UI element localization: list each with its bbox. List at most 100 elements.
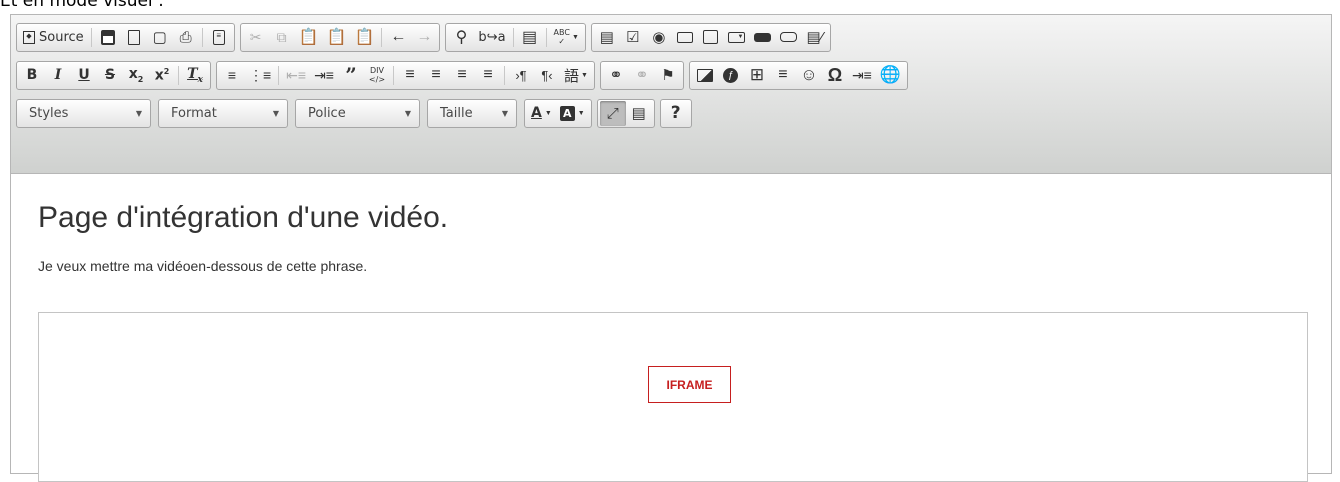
save-button[interactable] bbox=[95, 25, 121, 50]
editor-content[interactable]: Page d'intégration d'une vidéo. Je veux … bbox=[11, 200, 1331, 274]
form-button[interactable]: ▤ bbox=[594, 25, 620, 50]
redo-icon: → bbox=[416, 28, 433, 45]
align-left-icon: ≡ bbox=[405, 66, 415, 83]
paste-text-icon: 📋 bbox=[326, 29, 347, 46]
checkbox-button[interactable]: ☑ bbox=[620, 25, 646, 50]
radio-button[interactable]: ◉ bbox=[646, 25, 672, 50]
maximize-button[interactable]: ⤢ bbox=[599, 100, 626, 126]
select-button[interactable]: ▼ bbox=[724, 25, 750, 50]
show-blocks-button[interactable]: ▤ bbox=[626, 101, 652, 126]
templates-button[interactable]: ≡ bbox=[206, 25, 232, 50]
help-button[interactable]: ? bbox=[663, 101, 689, 126]
iframe-button[interactable]: 🌐 bbox=[876, 63, 905, 88]
strikethrough-button[interactable]: S bbox=[97, 63, 123, 88]
redo-button[interactable]: → bbox=[411, 25, 437, 50]
subscript-button[interactable]: x2 bbox=[123, 63, 149, 88]
font-dropdown[interactable]: Police ▼ bbox=[295, 98, 420, 128]
bold-button[interactable]: B bbox=[19, 63, 45, 88]
separator bbox=[503, 65, 505, 85]
anchor-button[interactable]: ⚑ bbox=[655, 63, 681, 88]
editor-toolbar: ◆ Source ▢ ⎙ ≡ ✂ ⧉ 📋 📋 📋 ← → ⚲ b↪a ▤ ABC… bbox=[11, 15, 1331, 174]
undo-icon: ← bbox=[390, 28, 407, 45]
remove-format-button[interactable]: Tx bbox=[182, 63, 208, 88]
justify-button[interactable]: ≡ bbox=[475, 63, 501, 88]
preview-button[interactable]: ▢ bbox=[147, 25, 173, 50]
size-label: Taille bbox=[440, 105, 473, 121]
image-button-icon bbox=[780, 32, 798, 42]
div-icon: DIV </> bbox=[368, 66, 386, 84]
italic-button[interactable]: I bbox=[45, 63, 71, 88]
paste-word-button[interactable]: 📋 bbox=[351, 25, 379, 50]
find-button[interactable]: ⚲ bbox=[448, 25, 474, 50]
background-color-button[interactable]: A ▼ bbox=[556, 101, 589, 126]
size-dropdown[interactable]: Taille ▼ bbox=[427, 98, 517, 128]
underline-button[interactable]: U bbox=[71, 63, 97, 88]
outdent-button[interactable]: ⇤≡ bbox=[282, 63, 310, 88]
bulleted-list-button[interactable]: ⋮≡ bbox=[245, 63, 275, 88]
undo-button[interactable]: ← bbox=[385, 25, 411, 50]
numbered-list-button[interactable]: ≡ bbox=[219, 63, 245, 88]
iframe-badge: IFRAME bbox=[648, 366, 731, 403]
radio-icon: ◉ bbox=[652, 29, 666, 46]
styles-dropdown[interactable]: Styles ▼ bbox=[16, 98, 151, 128]
image-button-button[interactable] bbox=[776, 25, 802, 50]
link-button[interactable]: ⚭ bbox=[603, 63, 629, 88]
ltr-icon: ›¶ bbox=[515, 67, 527, 83]
globe-icon: 🌐 bbox=[879, 65, 902, 84]
superscript-icon: x2 bbox=[154, 66, 170, 84]
button-button[interactable] bbox=[750, 25, 776, 50]
copy-button[interactable]: ⧉ bbox=[269, 25, 295, 50]
rtl-button[interactable]: ¶‹ bbox=[534, 63, 560, 88]
special-char-button[interactable]: Ω bbox=[822, 63, 848, 88]
paste-button[interactable]: 📋 bbox=[295, 25, 323, 50]
chevron-down-icon: ▼ bbox=[272, 108, 279, 118]
search-icon: ⚲ bbox=[455, 29, 468, 46]
align-left-button[interactable]: ≡ bbox=[397, 63, 423, 88]
templates-icon: ≡ bbox=[212, 29, 225, 45]
select-all-icon: ▤ bbox=[521, 29, 538, 46]
iframe-placeholder[interactable]: IFRAME bbox=[38, 312, 1308, 482]
rtl-icon: ¶‹ bbox=[541, 67, 553, 83]
paste-icon: 📋 bbox=[298, 29, 319, 46]
smiley-button[interactable]: ☺ bbox=[796, 63, 822, 88]
format-dropdown[interactable]: Format ▼ bbox=[158, 98, 288, 128]
remove-format-icon: Tx bbox=[187, 65, 203, 85]
insert-group: ƒ ⊞ ≡ ☺ Ω ⇥≡ 🌐 bbox=[688, 60, 909, 90]
blockquote-button[interactable]: ” bbox=[338, 63, 364, 88]
flash-button[interactable]: ƒ bbox=[718, 63, 744, 88]
indent-button[interactable]: ⇥≡ bbox=[310, 63, 338, 88]
print-icon: ⎙ bbox=[179, 28, 192, 46]
select-all-button[interactable]: ▤ bbox=[517, 25, 543, 50]
separator bbox=[278, 65, 280, 85]
spellcheck-button[interactable]: ABC ✓ ▼ bbox=[550, 25, 583, 50]
text-color-button[interactable]: A ▼ bbox=[527, 101, 556, 126]
textarea-button[interactable] bbox=[698, 25, 724, 50]
align-center-button[interactable]: ≡ bbox=[423, 63, 449, 88]
text-field-button[interactable] bbox=[672, 25, 698, 50]
language-button[interactable]: 語 ▼ bbox=[560, 63, 592, 88]
replace-button[interactable]: b↪a bbox=[474, 25, 509, 50]
source-icon: ◆ bbox=[23, 30, 35, 44]
create-div-button[interactable]: DIV </> bbox=[364, 63, 390, 88]
preview-icon: ▢ bbox=[152, 29, 167, 46]
superscript-button[interactable]: x2 bbox=[149, 63, 175, 88]
image-button[interactable] bbox=[692, 63, 718, 88]
align-right-button[interactable]: ≡ bbox=[449, 63, 475, 88]
bold-icon: B bbox=[26, 67, 38, 83]
page-break-icon: ⇥≡ bbox=[851, 66, 872, 83]
cut-button[interactable]: ✂ bbox=[243, 25, 269, 50]
hidden-field-button[interactable]: ▤⁄ bbox=[802, 25, 828, 50]
language-icon: 語 bbox=[563, 67, 579, 85]
page-break-button[interactable]: ⇥≡ bbox=[848, 63, 876, 88]
horizontal-rule-button[interactable]: ≡ bbox=[770, 63, 796, 88]
ltr-button[interactable]: ›¶ bbox=[508, 63, 534, 88]
table-button[interactable]: ⊞ bbox=[744, 63, 770, 88]
clipboard-group: ✂ ⧉ 📋 📋 📋 ← → bbox=[239, 22, 441, 52]
show-blocks-icon: ▤ bbox=[631, 105, 646, 122]
print-button[interactable]: ⎙ bbox=[173, 25, 199, 50]
paste-text-button[interactable]: 📋 bbox=[323, 25, 351, 50]
source-button[interactable]: ◆ Source bbox=[19, 25, 88, 50]
unlink-button[interactable]: ⚭ bbox=[629, 63, 655, 88]
about-group: ? bbox=[659, 98, 692, 128]
new-page-button[interactable] bbox=[121, 25, 147, 50]
